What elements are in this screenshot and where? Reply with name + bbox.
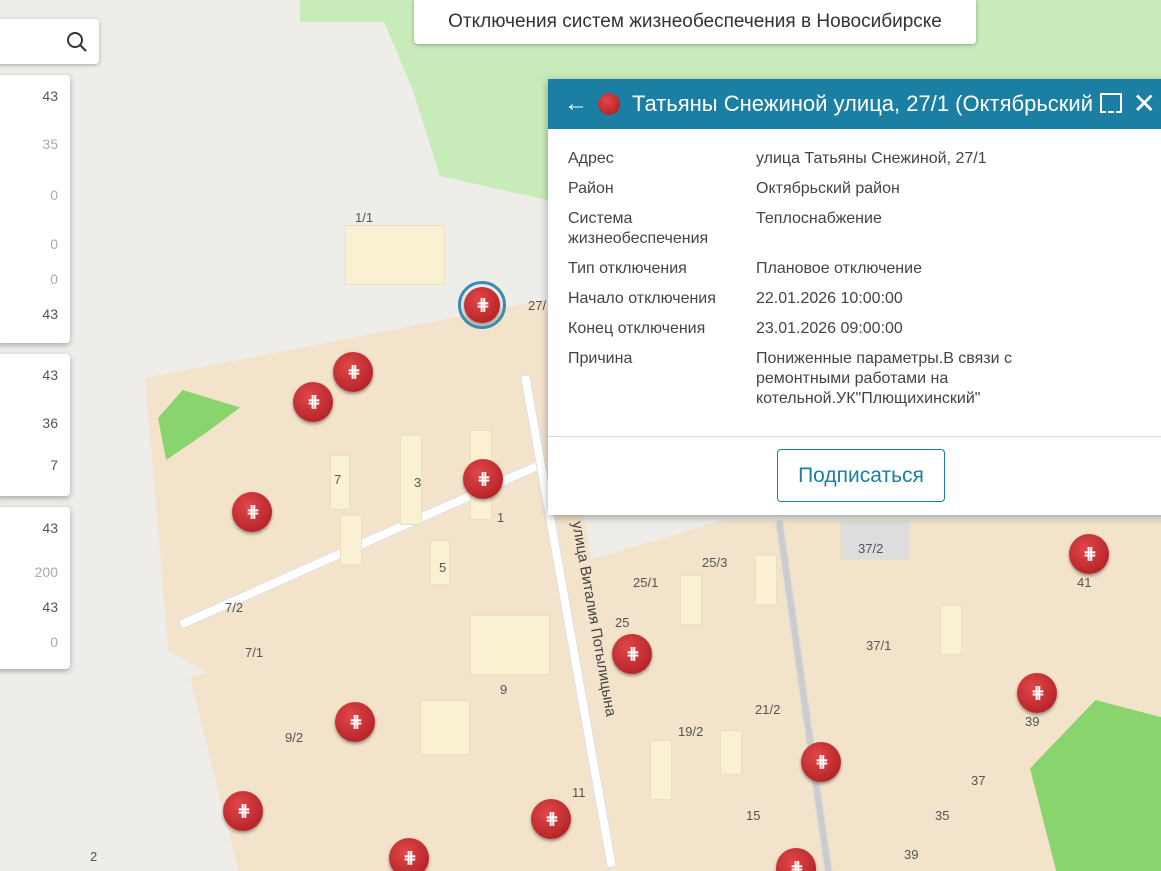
stat-value: 43 [42,599,58,615]
info-row-address: Адрес улица Татьяны Снежиной, 27/1 [568,149,1161,169]
outage-marker[interactable]: ⋕ [612,634,652,674]
popup-title: Татьяны Снежиной улица, 27/1 (Октябрьски… [632,91,1092,116]
house-number: 37/2 [858,541,884,556]
row-label: Причина [568,350,633,367]
house-number: 37/1 [866,638,892,653]
row-label: Район [568,180,614,197]
stat-value: 43 [42,367,58,383]
outage-marker[interactable]: ⋕ [389,838,429,871]
stat-value: 43 [42,306,58,322]
house-number: 27/ [528,298,547,313]
outage-marker-icon [598,93,620,115]
close-icon[interactable]: ✕ [1133,87,1156,120]
outage-marker-selected[interactable]: ⋕ [458,281,506,329]
stat-value: 35 [42,136,58,152]
stats-panel: 43 36 7 [0,354,70,496]
house-number: 9/2 [285,730,304,745]
info-row-system: Система жизнеобеспечения Теплоснабжение [568,209,1161,249]
row-label: Начало отключения [568,290,716,307]
stat-value: 36 [42,415,58,431]
house-number: 25 [615,615,630,630]
subscribe-button[interactable]: Подписаться [777,449,945,502]
house-number: 39 [904,847,919,862]
stat-value: 0 [50,271,58,287]
row-label: Тип отключения [568,260,687,277]
house-number: 25/3 [702,555,728,570]
map-title: Отключения систем жизнеобеспечения в Нов… [414,0,976,44]
house-number: 3 [414,475,422,490]
house-number: 5 [439,560,447,575]
search-box[interactable] [0,19,99,64]
house-number: 35 [935,808,950,823]
outage-marker[interactable]: ⋕ [223,791,263,831]
outage-marker[interactable]: ⋕ [531,799,571,839]
stat-value: 200 [34,564,58,580]
house-number: 15 [746,808,761,823]
info-row-start: Начало отключения 22.01.2026 10:00:00 [568,289,1161,309]
outage-popup: ← Татьяны Снежиной улица, 27/1 (Октябрьс… [548,79,1161,515]
outage-marker[interactable]: ⋕ [1017,673,1057,713]
stat-value: 0 [50,236,58,252]
stats-panel: 43 35 0 0 0 43 [0,75,70,343]
stat-value: 0 [50,187,58,203]
house-number: 25/1 [633,575,659,590]
row-value: Теплоснабжение [756,210,882,227]
stat-value: 43 [42,88,58,104]
back-arrow-icon[interactable]: ← [564,90,588,118]
house-number: 39 [1025,714,1040,729]
house-number: 2 [90,849,98,864]
row-value: Плановое отключение [756,260,922,277]
row-value: 22.01.2026 10:00:00 [756,290,903,307]
outage-marker[interactable]: ⋕ [333,352,373,392]
house-number: 19/2 [678,724,704,739]
outage-marker[interactable]: ⋕ [293,382,333,422]
outage-marker[interactable]: ⋕ [463,459,503,499]
dock-icon[interactable] [1100,93,1122,113]
stat-value: 0 [50,634,58,650]
row-label: Адрес [568,150,614,167]
house-number: 7/1 [245,645,264,660]
row-value: Пониженные параметры.В связи с ремонтным… [756,350,1013,407]
info-row-end: Конец отключения 23.01.2026 09:00:00 [568,319,1161,339]
row-value: Октябрьский район [756,180,900,197]
outage-marker[interactable]: ⋕ [1069,534,1109,574]
house-number: 21/2 [755,702,781,717]
outage-marker[interactable]: ⋕ [232,492,272,532]
row-label: Конец отключения [568,320,706,337]
house-number: 7/2 [225,600,244,615]
house-number: 11 [572,785,586,800]
house-number: 37 [971,773,986,788]
row-value: 23.01.2026 09:00:00 [756,320,903,337]
info-row-district: Район Октябрьский район [568,179,1161,199]
house-number: 41 [1077,575,1092,590]
house-number: 9 [500,682,508,697]
popup-header: ← Татьяны Снежиной улица, 27/1 (Октябрьс… [548,79,1161,129]
row-label: Система жизнеобеспечения [568,210,709,247]
house-number: 1/1 [355,210,374,225]
outage-marker[interactable]: ⋕ [801,742,841,782]
stat-value: 7 [50,457,58,473]
info-row-reason: Причина Пониженные параметры.В связи с ре… [568,349,1161,409]
house-number: 7 [334,472,342,487]
divider [548,436,1161,437]
search-icon[interactable] [65,30,89,54]
outage-marker[interactable]: ⋕ [335,702,375,742]
house-number: 1 [497,510,505,525]
stat-value: 43 [42,520,58,536]
info-row-type: Тип отключения Плановое отключение [568,259,1161,279]
stats-panel: 43 200 43 0 [0,507,70,669]
row-value: улица Татьяны Снежиной, 27/1 [756,150,987,167]
